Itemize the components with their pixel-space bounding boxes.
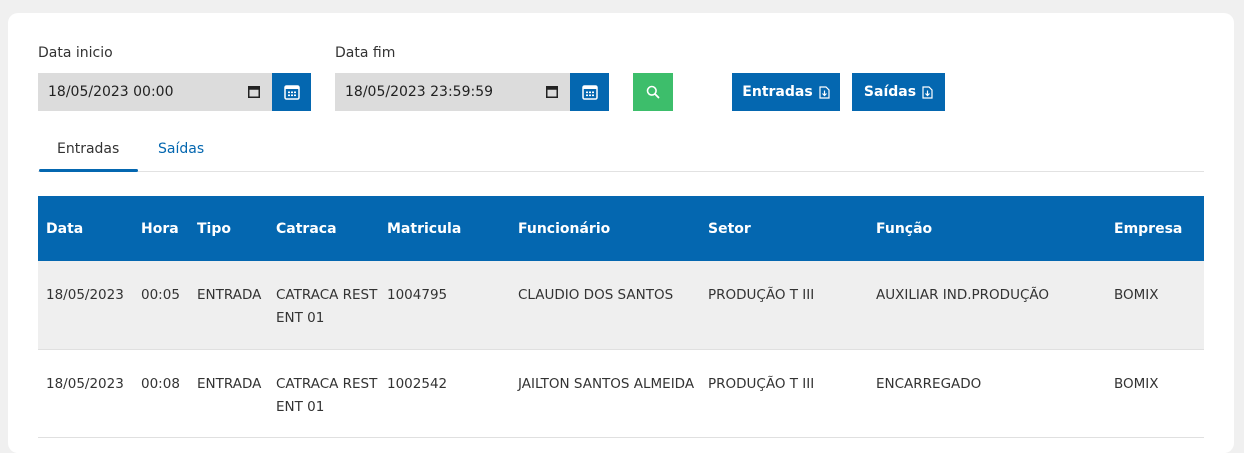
- tab-bar: Entradas Saídas: [38, 131, 1204, 172]
- cell-matricula: 1002542: [387, 375, 448, 392]
- end-date-value: 18/05/2023 23:59:59: [345, 84, 494, 100]
- end-date-input[interactable]: 18/05/2023 23:59:59: [335, 73, 570, 111]
- cell-setor: PRODUÇÃO T III: [708, 287, 815, 303]
- export-entradas-button[interactable]: Entradas: [732, 73, 840, 111]
- tab-entradas[interactable]: Entradas: [57, 141, 119, 157]
- cell-data: 18/05/2023: [46, 287, 124, 303]
- col-header-funcionario[interactable]: Funcionário: [510, 196, 700, 261]
- col-header-matricula[interactable]: Matricula: [379, 196, 510, 261]
- cell-tipo: ENTRADA: [197, 287, 262, 303]
- cell-setor: PRODUÇÃO T III: [708, 375, 815, 392]
- cell-catraca: CATRACA REST ENT 01: [276, 287, 378, 326]
- active-tab-indicator: [39, 169, 138, 172]
- cell-funcao: ENCARREGADO: [876, 375, 982, 392]
- cell-empresa: BOMIX: [1114, 287, 1159, 303]
- col-header-hora[interactable]: Hora: [133, 196, 189, 261]
- search-button[interactable]: [633, 73, 673, 111]
- cell-empresa: BOMIX: [1114, 375, 1159, 392]
- cell-funcionario: CLAUDIO DOS SANTOS: [518, 287, 674, 303]
- search-icon: [646, 85, 660, 99]
- calendar-icon[interactable]: [248, 85, 260, 98]
- cell-matricula: 1004795: [387, 287, 448, 303]
- col-header-funcao[interactable]: Função: [868, 196, 1106, 261]
- file-download-icon: [922, 85, 933, 99]
- col-header-data[interactable]: Data: [38, 196, 133, 261]
- records-table: Data Hora Tipo Catraca Matricula Funcion…: [38, 196, 1204, 438]
- tab-saidas[interactable]: Saídas: [158, 141, 204, 157]
- cell-funcionario: JAILTON SANTOS ALMEIDA: [518, 375, 695, 392]
- start-date-label: Data inicio: [38, 45, 113, 61]
- cell-funcao: AUXILIAR IND.PRODUÇÃO: [876, 287, 1049, 303]
- start-date-input[interactable]: 18/05/2023 00:00: [38, 73, 272, 111]
- start-date-picker-button[interactable]: [272, 73, 311, 111]
- table-row: 18/05/2023 00:05 ENTRADA CATRACA REST EN…: [38, 261, 1204, 349]
- file-download-icon: [819, 85, 830, 99]
- table-row: 18/05/2023 00:08 ENTRADA CATRACA REST EN…: [38, 349, 1204, 437]
- col-header-empresa[interactable]: Empresa: [1106, 196, 1204, 261]
- export-saidas-label: Saídas: [863, 84, 917, 100]
- cell-data: 18/05/2023: [46, 375, 124, 392]
- report-card: Data inicio 18/05/2023 00:00 Data fim 18…: [8, 13, 1234, 453]
- table-header-row: Data Hora Tipo Catraca Matricula Funcion…: [38, 196, 1204, 261]
- col-header-setor[interactable]: Setor: [700, 196, 868, 261]
- col-header-tipo[interactable]: Tipo: [189, 196, 268, 261]
- cell-hora: 00:05: [141, 287, 180, 303]
- cell-catraca: CATRACA REST ENT 01: [276, 375, 378, 415]
- col-header-catraca[interactable]: Catraca: [268, 196, 379, 261]
- calendar-icon: [283, 85, 300, 100]
- calendar-icon[interactable]: [546, 85, 558, 98]
- calendar-icon: [581, 85, 598, 100]
- start-date-value: 18/05/2023 00:00: [48, 84, 174, 100]
- cell-hora: 00:08: [141, 375, 180, 392]
- end-date-label: Data fim: [335, 45, 396, 61]
- cell-tipo: ENTRADA: [197, 375, 262, 392]
- end-date-picker-button[interactable]: [570, 73, 609, 111]
- export-saidas-button[interactable]: Saídas: [852, 73, 945, 111]
- export-entradas-label: Entradas: [742, 84, 813, 100]
